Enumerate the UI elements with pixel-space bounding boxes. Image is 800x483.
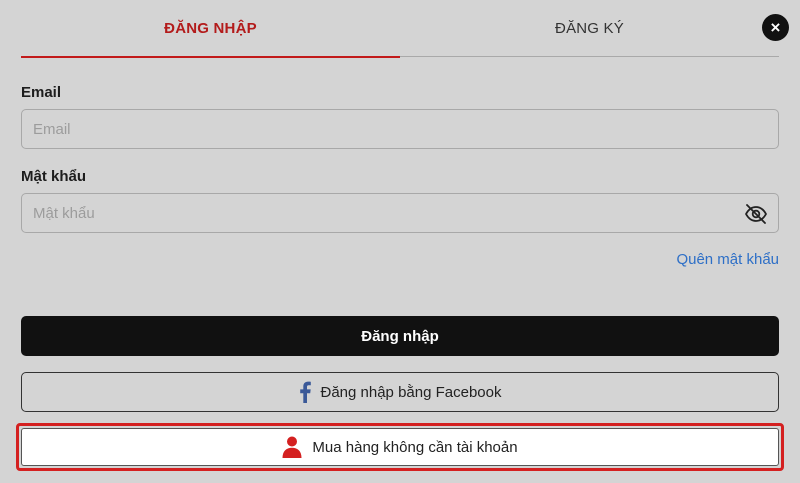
close-button[interactable]: × [762,14,789,41]
password-label: Mật khẩu [21,168,87,185]
guest-checkout-inner: Mua hàng không cần tài khoản [21,428,779,466]
close-icon: × [770,18,781,37]
tab-login[interactable]: ĐĂNG NHẬP [21,0,400,58]
email-field[interactable] [22,110,778,148]
facebook-login-button[interactable]: Đăng nhập bằng Facebook [21,372,779,412]
tab-register[interactable]: ĐĂNG KÝ [400,0,779,57]
guest-checkout-button[interactable]: Mua hàng không cần tài khoản [16,423,784,471]
login-button-label: Đăng nhập [361,327,439,345]
password-field-wrapper [21,193,779,233]
forgot-password-link[interactable]: Quên mật khẩu [676,251,779,268]
email-label: Email [21,84,62,101]
user-icon [282,436,302,458]
email-field-wrapper [21,109,779,149]
password-field[interactable] [22,194,778,232]
eye-slash-icon[interactable] [744,203,768,225]
facebook-icon [299,381,311,403]
facebook-login-label: Đăng nhập bằng Facebook [320,383,502,401]
guest-checkout-label: Mua hàng không cần tài khoản [312,438,518,456]
login-button[interactable]: Đăng nhập [21,316,779,356]
auth-tabs: ĐĂNG NHẬP ĐĂNG KÝ [21,0,779,58]
